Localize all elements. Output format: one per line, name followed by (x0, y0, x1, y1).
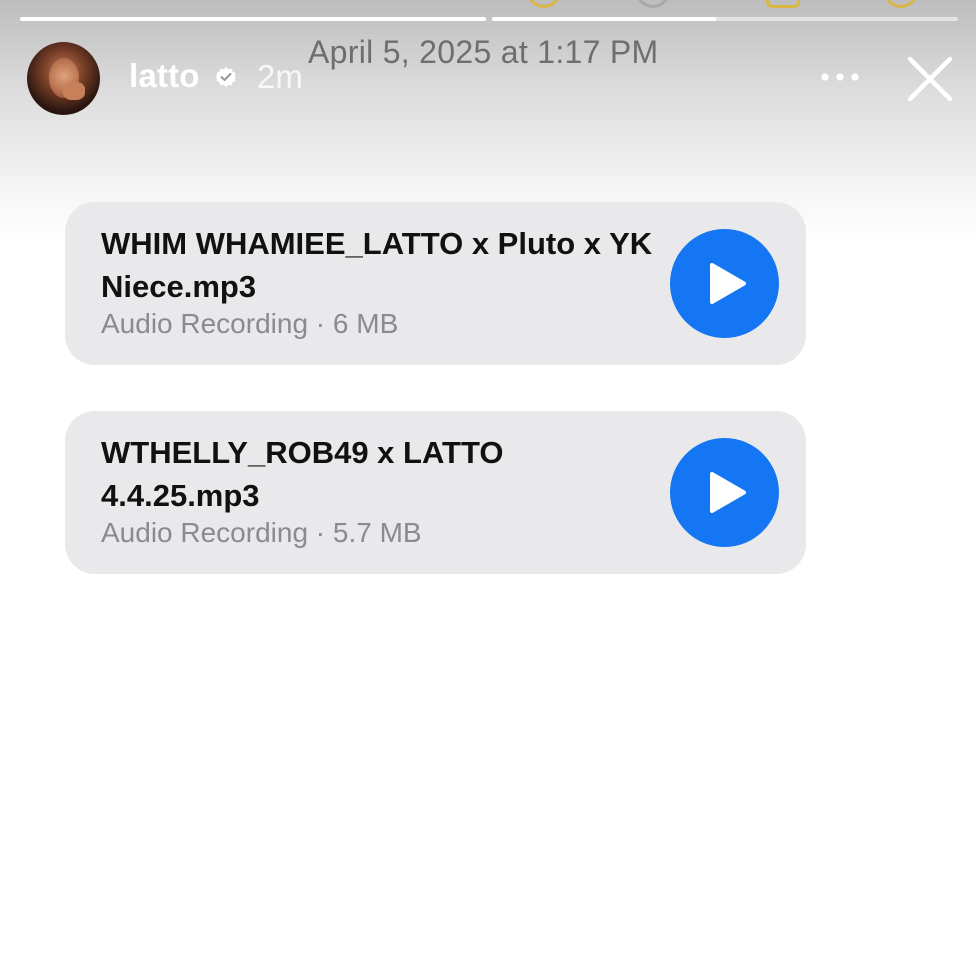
close-icon[interactable] (904, 53, 956, 105)
top-partial-icon (766, 0, 800, 8)
story-progress-bar-2 (492, 17, 958, 21)
top-partial-icon (884, 0, 918, 8)
file-name: WTHELLY_ROB49 x LATTO 4.4.25.mp3 (101, 435, 504, 513)
more-options-icon[interactable] (818, 66, 862, 88)
file-meta: Audio Recording · 6 MB (101, 308, 399, 339)
play-button[interactable] (670, 438, 779, 547)
play-button[interactable] (670, 229, 779, 338)
progress-fill (492, 17, 716, 21)
verified-badge-icon (216, 67, 236, 87)
progress-fill (20, 17, 486, 21)
audio-file-card[interactable]: WTHELLY_ROB49 x LATTO 4.4.25.mp3 Audio R… (65, 411, 806, 574)
play-icon (710, 263, 746, 304)
file-meta: Audio Recording · 5.7 MB (101, 517, 422, 548)
audio-file-card[interactable]: WHIM WHAMIEE_LATTO x Pluto x YK Niece.mp… (65, 202, 806, 365)
story-time-ago: 2m (257, 58, 303, 95)
top-partial-icon (636, 0, 670, 8)
story-timestamp: April 5, 2025 at 1:17 PM (308, 34, 659, 70)
play-icon (710, 472, 746, 513)
top-partial-icon (527, 0, 561, 8)
story-viewer: latto 2m April 5, 2025 at 1:17 PM WHIM W… (0, 0, 976, 976)
file-name: WHIM WHAMIEE_LATTO x Pluto x YK Niece.mp… (101, 226, 653, 304)
avatar[interactable] (27, 42, 100, 115)
story-progress-bar-1 (20, 17, 486, 21)
username[interactable]: latto (129, 57, 200, 95)
